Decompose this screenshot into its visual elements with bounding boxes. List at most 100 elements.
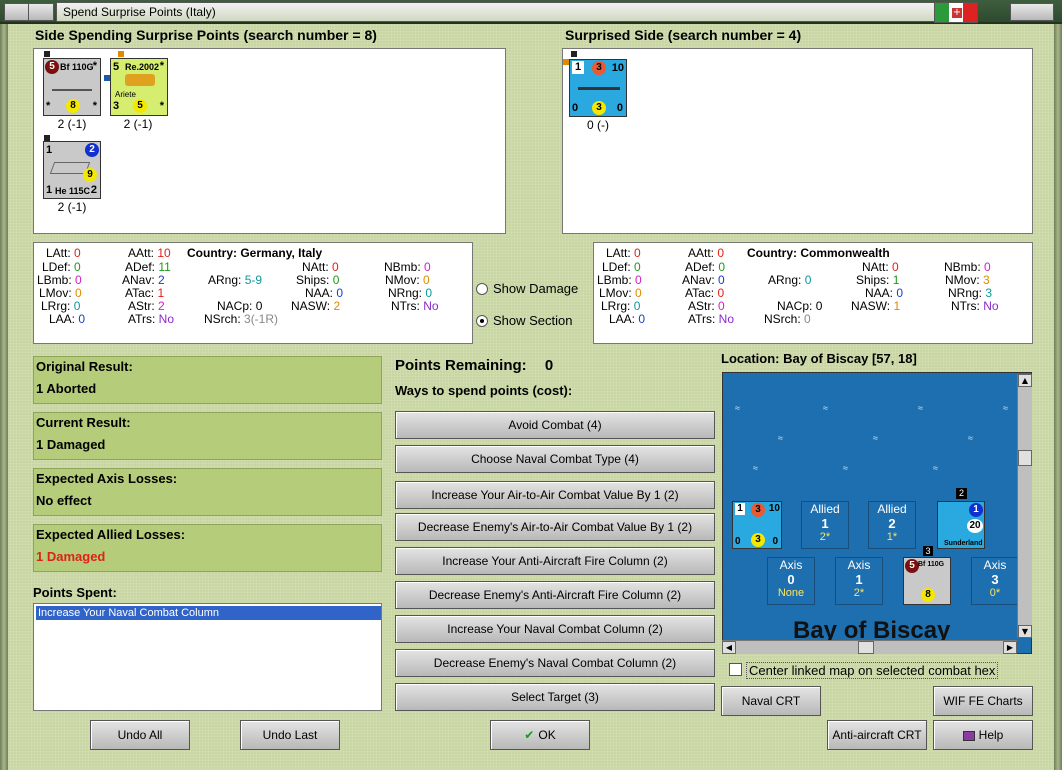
stat-anav: 2 <box>158 273 165 287</box>
counter-top-left: 5 <box>905 559 919 573</box>
show-damage-radio[interactable]: Show Damage <box>476 281 578 296</box>
choose-naval-combat-type-button[interactable]: Choose Naval Combat Type (4) <box>395 445 715 473</box>
counter-bottom-left: 3 <box>113 100 120 112</box>
decrease-enemy-naval-combat-button[interactable]: Decrease Enemy's Naval Combat Column (2) <box>395 649 715 677</box>
scroll-thumb[interactable] <box>858 641 874 654</box>
allied-cell-1[interactable]: Allied 1 2* <box>801 501 849 549</box>
decrease-enemy-anti-aircraft-button[interactable]: Decrease Enemy's Anti-Aircraft Fire Colu… <box>395 581 715 609</box>
decrease-enemy-air-to-air-button[interactable]: Decrease Enemy's Air-to-Air Combat Value… <box>395 513 715 541</box>
counter-top-right: 10 <box>611 62 624 74</box>
axis-cell-3[interactable]: Axis 3 0* <box>971 557 1019 605</box>
counter-top-left: 1 <box>572 61 584 74</box>
stat-ntrs: No <box>423 299 439 313</box>
location-label: Location: Bay of Biscay [57, 18] <box>721 351 917 366</box>
center-linked-label: Center linked map on selected combat hex <box>746 662 999 679</box>
center-linked-checkbox[interactable] <box>729 663 742 676</box>
stat-anav: 0 <box>718 273 725 287</box>
stat-lbmb: 0 <box>635 273 642 287</box>
stat-nbmb: 0 <box>984 260 991 274</box>
unit-counter-bf110g[interactable]: 5 Bf 110G * * 8 * <box>43 58 101 116</box>
axis-cell-2[interactable]: Axis 1 2* <box>835 557 883 605</box>
counter-name: Sunderland <box>944 540 983 547</box>
map-vertical-scrollbar[interactable]: ▲ ▼ <box>1017 374 1032 638</box>
ok-button[interactable]: ✔ OK <box>490 720 590 750</box>
cell-title: Axis <box>983 558 1007 572</box>
scroll-right-icon[interactable]: ▶ <box>1003 641 1017 654</box>
help-label: Help <box>978 728 1004 742</box>
counter-bottom-left: * <box>46 100 51 112</box>
ship-icon <box>578 82 620 90</box>
naval-crt-button[interactable]: Naval CRT <box>721 686 821 716</box>
unit-counter-ship[interactable]: 1 3 10 0 3 0 <box>569 59 627 117</box>
counter-bottom-right: * <box>159 100 164 112</box>
counter-bottom-mid: 3 <box>751 533 765 547</box>
counter-bottom-right: * <box>92 100 97 112</box>
counter-value: 8 <box>921 588 935 602</box>
radio-label: Show Damage <box>493 281 579 296</box>
increase-anti-aircraft-button[interactable]: Increase Your Anti-Aircraft Fire Column … <box>395 547 715 575</box>
scroll-up-icon[interactable]: ▲ <box>1018 374 1032 387</box>
window-title: Spend Surprise Points (Italy) <box>56 2 936 22</box>
map-bf110g-counter[interactable]: 5 Bf 110G 8 <box>903 557 951 605</box>
original-result-value: 1 Aborted <box>36 381 97 396</box>
stat-lrrg: 0 <box>73 299 81 313</box>
list-item[interactable]: Increase Your Naval Combat Column <box>36 606 381 620</box>
stat-natt: 0 <box>892 260 899 274</box>
increase-air-to-air-button[interactable]: Increase Your Air-to-Air Combat Value By… <box>395 481 715 509</box>
aircraft-icon <box>125 74 155 86</box>
select-target-button[interactable]: Select Target (3) <box>395 683 715 711</box>
points-spent-list[interactable]: Increase Your Naval Combat Column <box>33 603 382 711</box>
current-result-value: 1 Damaged <box>36 437 106 452</box>
spending-side-header: Side Spending Surprise Points (search nu… <box>35 27 377 43</box>
italy-flag-icon: + <box>934 2 978 23</box>
undo-last-button[interactable]: Undo Last <box>240 720 340 750</box>
undo-all-button[interactable]: Undo All <box>90 720 190 750</box>
allied-cell-2[interactable]: Allied 2 1* <box>868 501 916 549</box>
axis-cell-1[interactable]: Axis 0 None <box>767 557 815 605</box>
system-menu-button[interactable] <box>4 3 30 21</box>
stat-laa: 0 <box>638 312 646 326</box>
unit-caption: 2 (-1) <box>123 117 153 131</box>
aircraft-icon <box>52 81 92 91</box>
counter-top-right: 2 <box>85 143 99 157</box>
stat-latt: 0 <box>634 246 641 260</box>
close-button[interactable] <box>1010 3 1054 21</box>
surprised-units-panel: 1 3 10 0 3 0 0 (-) <box>562 48 1033 234</box>
minimize-button[interactable] <box>28 3 54 21</box>
help-book-icon <box>962 730 975 741</box>
help-button[interactable]: Help <box>933 720 1033 750</box>
scroll-thumb[interactable] <box>1018 450 1032 466</box>
stat-atac: 0 <box>717 286 725 300</box>
stat-aatt: 10 <box>157 246 171 260</box>
scroll-down-icon[interactable]: ▼ <box>1018 625 1032 638</box>
stat-aatt: 0 <box>717 246 725 260</box>
show-section-radio[interactable]: Show Section <box>476 313 573 328</box>
unit-counter-he115c[interactable]: 1 2 9 1 He 115C 2 <box>43 141 101 199</box>
stat-atac: 1 <box>157 286 165 300</box>
map-horizontal-scrollbar[interactable]: ◀ ▶ <box>722 640 1017 654</box>
map-ship-counter[interactable]: 1 3 10 0 3 0 <box>732 501 782 549</box>
increase-naval-combat-button[interactable]: Increase Your Naval Combat Column (2) <box>395 615 715 643</box>
cell-sub: None <box>777 587 805 599</box>
unit-marker <box>44 51 50 57</box>
stat-natt: 0 <box>332 260 339 274</box>
stat-ntrs: No <box>983 299 999 313</box>
wif-fe-charts-button[interactable]: WIF FE Charts <box>933 686 1033 716</box>
current-result-box: Current Result: 1 Damaged <box>33 412 382 460</box>
cell-number: 0 <box>787 572 795 587</box>
cell-sub: 2* <box>819 531 831 543</box>
counter-bottom-mid: 9 <box>83 168 97 182</box>
cell-number: 2 <box>888 516 896 531</box>
radio-dot <box>476 314 488 327</box>
points-remaining: Points Remaining: 0 <box>395 357 553 374</box>
scroll-left-icon[interactable]: ◀ <box>722 641 736 654</box>
location-map[interactable]: ≈ ≈ ≈ ≈ ≈ ≈ ≈ ≈ ≈ ≈ 1 3 10 0 3 0 Allied 1 2* … <box>722 372 1032 654</box>
stats-left-panel: LAtt: 0 AAtt: 10 Country: Germany, Italy… <box>33 242 473 344</box>
radio-label: Show Section <box>493 313 573 328</box>
counter-top-left: 5 <box>45 60 59 74</box>
avoid-combat-button[interactable]: Avoid Combat (4) <box>395 411 715 439</box>
map-sunderland-counter[interactable]: 1 20 Sunderland <box>937 501 985 549</box>
unit-counter-re2002[interactable]: 5 Re.2002 * Ariete 3 5 * <box>110 58 168 116</box>
counter-bottom-mid: 3 <box>592 101 606 115</box>
anti-aircraft-crt-button[interactable]: Anti-aircraft CRT <box>827 720 927 750</box>
